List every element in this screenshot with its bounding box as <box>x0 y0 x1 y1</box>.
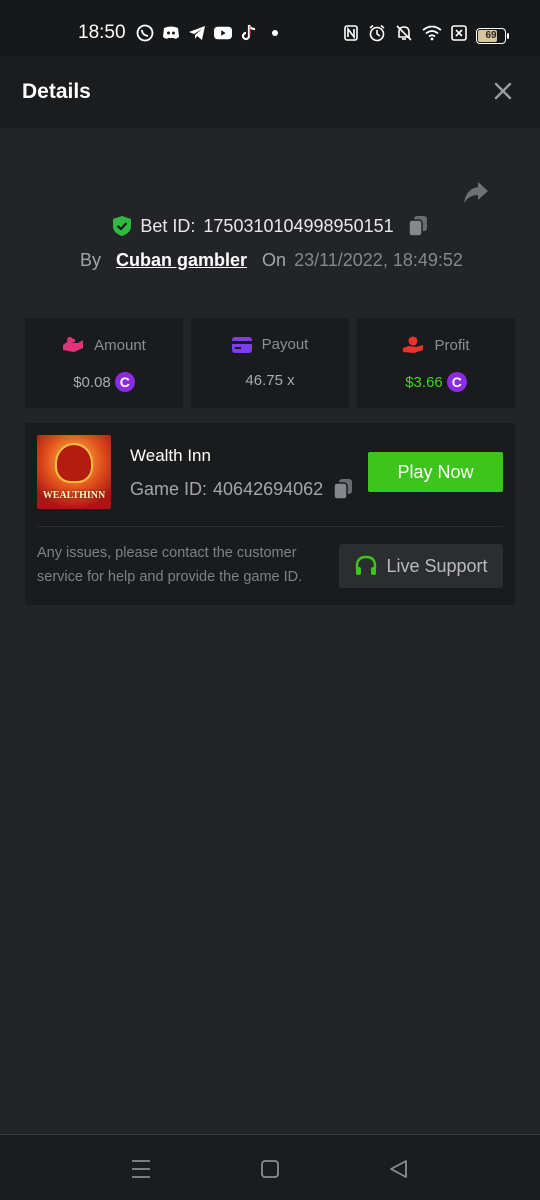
share-button[interactable] <box>460 176 492 208</box>
on-label: On <box>262 250 287 270</box>
live-support-label: Live Support <box>386 555 488 576</box>
bet-id-value: 1750310104998950151 <box>203 215 394 236</box>
mute-icon <box>395 24 413 47</box>
page-title: Details <box>22 80 91 103</box>
system-nav-bar <box>0 1134 540 1200</box>
bet-author-row: By Cuban gambler On 23/11/2022, 18:49:52 <box>80 250 463 271</box>
game-id-value: 40642694062 <box>213 478 324 499</box>
divider <box>37 526 503 527</box>
home-square-icon <box>261 1160 279 1178</box>
game-thumbnail[interactable]: WEALTHINN <box>37 435 111 509</box>
bet-id-label: Bet ID: <box>140 215 196 236</box>
wifi-icon <box>422 25 442 46</box>
bet-date: 23/11/2022, 18:49:52 <box>294 250 463 270</box>
status-time: 18:50 <box>78 22 126 43</box>
game-name: Wealth Inn <box>130 446 211 465</box>
amount-label: Amount <box>94 336 146 354</box>
discord-icon <box>162 24 180 42</box>
nfc-icon <box>343 24 359 47</box>
battery-level: 69 <box>485 30 497 41</box>
currency-coin-icon: C <box>446 372 467 392</box>
whatsapp-icon <box>136 24 154 42</box>
payout-card: Payout 46.75 x <box>191 318 349 408</box>
copy-game-id-button[interactable] <box>333 478 353 500</box>
share-icon <box>464 182 488 203</box>
profit-icon <box>403 336 424 353</box>
game-thumbnail-logo: WEALTHINN <box>42 490 106 501</box>
back-button[interactable] <box>387 1157 411 1181</box>
tiktok-icon <box>240 24 258 42</box>
bet-stats: Amount $0.08 C Payout 46.75 x Profit $3.… <box>25 318 515 408</box>
game-card: WEALTHINN Wealth Inn Game ID: 4064269406… <box>25 423 515 605</box>
dot-icon <box>266 24 284 42</box>
profit-card: Profit $3.66 C <box>357 318 515 408</box>
headset-icon <box>356 555 377 575</box>
copy-bet-id-button[interactable] <box>407 215 428 237</box>
close-icon <box>494 82 512 100</box>
telegram-icon <box>188 24 206 42</box>
close-button[interactable] <box>490 78 516 104</box>
bet-id-row: Bet ID: 1750310104998950151 <box>0 215 540 237</box>
username-link[interactable]: Cuban gambler <box>116 250 247 271</box>
alarm-icon <box>368 24 386 47</box>
game-id-row: Game ID: 40642694062 <box>130 478 353 500</box>
profit-label: Profit <box>434 336 470 354</box>
support-hint-text: Any issues, please contact the customer … <box>37 545 303 585</box>
payout-card-icon <box>231 336 252 353</box>
play-now-button[interactable]: Play Now <box>368 452 503 492</box>
amount-card: Amount $0.08 C <box>25 318 183 408</box>
amount-icon <box>63 337 84 352</box>
youtube-icon <box>214 24 232 42</box>
copy-icon <box>333 479 353 500</box>
details-header: Details <box>0 56 540 128</box>
sim-off-icon <box>451 25 467 46</box>
battery-icon: 69 <box>476 27 509 44</box>
back-triangle-icon <box>390 1160 407 1178</box>
notification-icons <box>136 24 284 42</box>
status-bar: 18:50 69 <box>0 0 540 56</box>
copy-icon <box>407 216 427 237</box>
game-id-label: Game ID: <box>130 478 208 499</box>
payout-value: 46.75 x <box>245 372 295 389</box>
by-label: By <box>80 250 102 270</box>
amount-value: $0.08 <box>73 373 111 391</box>
menu-icon <box>132 1160 150 1178</box>
home-button[interactable] <box>258 1157 282 1181</box>
payout-label: Payout <box>261 336 309 353</box>
system-icons: 69 <box>343 24 509 47</box>
recent-apps-button[interactable] <box>129 1157 153 1181</box>
verified-shield-icon <box>112 215 132 237</box>
profit-value: $3.66 <box>405 373 443 391</box>
live-support-button[interactable]: Live Support <box>339 544 503 588</box>
currency-coin-icon: C <box>114 372 135 392</box>
